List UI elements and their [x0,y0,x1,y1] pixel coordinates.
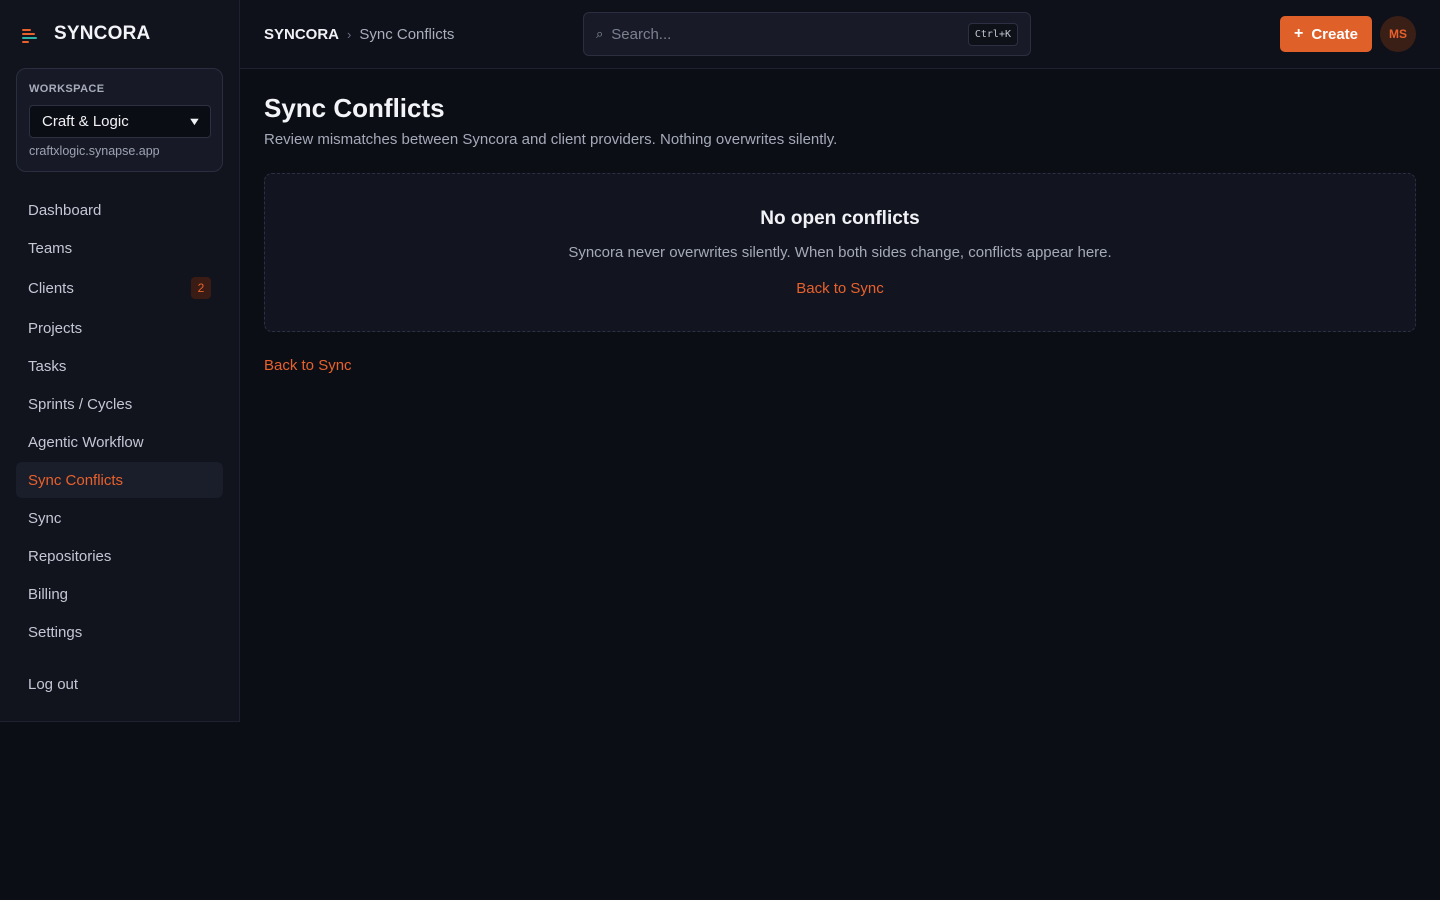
empty-state-link-row: Back to Sync [265,280,1415,297]
sidebar-item-sprints-cycles[interactable]: Sprints / Cycles [16,386,223,422]
breadcrumb-root-link[interactable]: SYNCORA [264,26,339,43]
sidebar-item-label: Sync [28,509,62,527]
sidebar-item-label: Teams [28,239,73,257]
breadcrumb: SYNCORA › Sync Conflicts [264,24,454,44]
sidebar-item-label: Billing [28,585,69,603]
breadcrumb-current: Sync Conflicts [359,25,455,43]
sidebar-item-sync-conflicts[interactable]: Sync Conflicts [16,462,223,498]
page-subtitle: Review mismatches between Syncora and cl… [264,131,838,148]
sidebar-item-projects[interactable]: Projects [16,310,223,346]
logout-button[interactable]: Log out [16,666,223,702]
clients-count-badge: 2 [191,277,211,299]
brand-name: SYNCORA [54,23,151,44]
search-bar[interactable]: ⌕ Ctrl+K [583,12,1031,56]
plus-icon: + [1293,25,1304,42]
sidebar-item-label: Sync Conflicts [28,471,124,489]
logout-label: Log out [28,675,79,693]
avatar[interactable]: MS [1380,16,1416,52]
workspace-card: WORKSPACE Craft & Logic ▼ craftxlogic.sy… [16,68,223,172]
sidebar-item-repositories[interactable]: Repositories [16,538,223,574]
create-button[interactable]: + Create [1280,16,1372,52]
back-to-sync-link[interactable]: Back to Sync [264,357,352,374]
sidebar-item-label: Settings [28,623,83,641]
sidebar-item-dashboard[interactable]: Dashboard [16,192,223,228]
sidebar-item-billing[interactable]: Billing [16,576,223,612]
sidebar-item-teams[interactable]: Teams [16,230,223,266]
sidebar-item-settings[interactable]: Settings [16,614,223,650]
sidebar-item-label: Tasks [28,357,67,375]
sidebar-item-label: Repositories [28,547,112,565]
workspace-select-value: Craft & Logic [42,113,129,130]
sidebar-item-label: Sprints / Cycles [28,395,133,413]
sidebar-item-tasks[interactable]: Tasks [16,348,223,384]
app-root: SYNCORA WORKSPACE Craft & Logic ▼ craftx… [0,0,1440,900]
create-button-label: Create [1311,25,1359,43]
back-to-sync-link[interactable]: Back to Sync [796,280,884,297]
brand[interactable]: SYNCORA [20,22,150,46]
empty-state-text: Syncora never overwrites silently. When … [568,244,1112,261]
empty-state-title: No open conflicts [760,208,920,229]
topbar: SYNCORA › Sync Conflicts ⌕ Ctrl+K + Crea… [240,0,1440,69]
search-icon: ⌕ [596,26,604,41]
sidebar-item-sync[interactable]: Sync [16,500,223,536]
syncora-logo-icon [20,24,40,44]
chevron-right-icon: › [347,26,352,42]
chevron-down-icon: ▼ [187,115,202,128]
sidebar-item-agentic-workflow[interactable]: Agentic Workflow [16,424,223,460]
sidebar: SYNCORA WORKSPACE Craft & Logic ▼ craftx… [0,0,240,722]
sidebar-item-label: Clients [28,279,74,297]
search-shortcut-hint: Ctrl+K [967,22,1018,46]
search-input[interactable] [611,25,968,43]
empty-state-card: No open conflicts Syncora never overwrit… [264,173,1416,332]
sidebar-item-label: Projects [28,319,83,337]
sidebar-item-clients[interactable]: Clients 2 [16,270,223,306]
workspace-label: WORKSPACE [29,83,105,95]
workspace-select[interactable]: Craft & Logic ▼ [29,105,211,138]
sidebar-item-label: Dashboard [28,201,102,219]
sidebar-item-label: Agentic Workflow [28,433,144,451]
workspace-domain: craftxlogic.synapse.app [29,144,160,158]
page-title: Sync Conflicts [264,93,445,123]
